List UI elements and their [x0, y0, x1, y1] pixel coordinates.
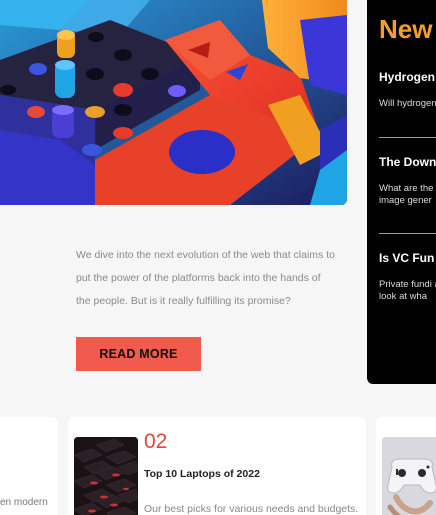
- article-title[interactable]: Top 10 Laptops of 2022: [144, 468, 260, 480]
- article-card[interactable]: 02 Top 10 Laptops of 2022 Our best picks…: [68, 417, 366, 515]
- divider: [379, 137, 436, 138]
- article-card-snippet: en modern: [0, 497, 48, 508]
- news-item-body: What are the image gener: [379, 183, 434, 206]
- news-item-body: Private fundi a look at wha: [379, 279, 436, 302]
- news-item-heading[interactable]: Is VC Fun: [379, 251, 436, 265]
- intro-text: We dive into the next evolution of the w…: [76, 249, 335, 307]
- news-item-body: Will hydrogen: [379, 98, 436, 109]
- article-description: Our best picks for various needs and bud…: [144, 503, 359, 515]
- news-item-heading[interactable]: Hydrogen: [379, 70, 436, 84]
- news-item[interactable]: Hydrogen Will hydrogen: [379, 70, 436, 110]
- read-more-button[interactable]: READ MORE: [76, 337, 201, 371]
- news-panel-title: New: [379, 14, 433, 44]
- news-item-heading[interactable]: The Down: [379, 155, 436, 169]
- article-card[interactable]: en modern: [0, 417, 58, 515]
- article-card[interactable]: [376, 417, 436, 515]
- news-panel: New Hydrogen Will hydrogen The Down What…: [367, 0, 436, 384]
- news-item[interactable]: The Down What are the image gener: [379, 155, 436, 207]
- divider: [379, 233, 436, 234]
- game-controller-image: [382, 437, 436, 515]
- article-number: 02: [144, 430, 168, 453]
- hero-image: [0, 0, 347, 205]
- laptop-keyboard-image: [74, 437, 138, 515]
- news-item[interactable]: Is VC Fun Private fundi a look at wha: [379, 251, 436, 303]
